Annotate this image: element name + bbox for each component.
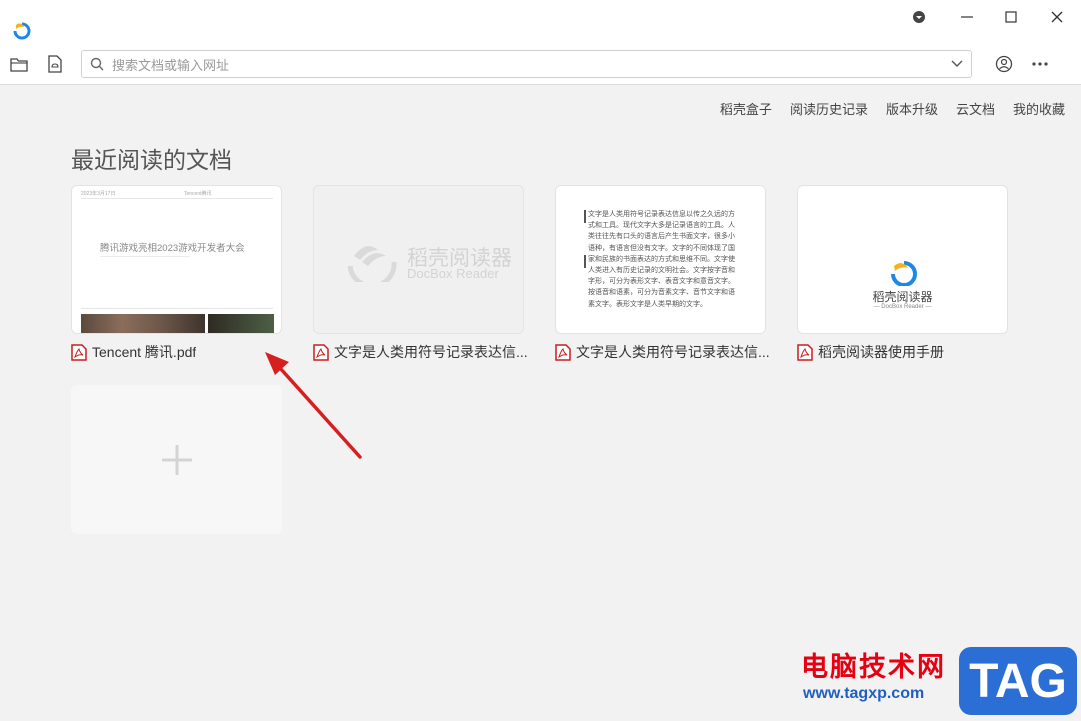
- watermark-tag-logo: TAG: [959, 647, 1077, 715]
- chevron-down-icon[interactable]: [951, 59, 963, 69]
- thumb-header-left: 2023年3月17日: [81, 191, 116, 197]
- thumb-brand-en: — DocBox Reader —: [873, 304, 932, 310]
- thumb-brand-cn: 稻壳阅读器: [872, 290, 933, 304]
- user-icon: [995, 55, 1013, 73]
- pdf-file-icon: [797, 343, 813, 361]
- toolbar: [0, 44, 1081, 85]
- document-name-3[interactable]: 文字是人类用符号记录表达信...: [555, 342, 775, 362]
- link-version-upgrade[interactable]: 版本升级: [886, 99, 938, 118]
- cloud-file-icon: [48, 55, 62, 73]
- thumb-photo-2: [208, 314, 274, 333]
- link-my-favorites[interactable]: 我的收藏: [1013, 99, 1065, 118]
- link-reading-history[interactable]: 阅读历史记录: [790, 99, 868, 118]
- minimize-button[interactable]: [950, 4, 984, 30]
- link-cloud-docs[interactable]: 云文档: [956, 99, 995, 118]
- watermark-url: www.tagxp.com: [803, 685, 925, 702]
- thumb-text-cursor: [584, 210, 586, 223]
- site-watermark: 电脑技术网 www.tagxp.com TAG: [793, 641, 1081, 721]
- docbox-watermark-logo-icon: [347, 246, 397, 282]
- pdf-file-icon: [313, 343, 329, 361]
- user-account-button[interactable]: [992, 52, 1016, 76]
- title-bar: [0, 0, 1081, 44]
- document-card-1[interactable]: 2023年3月17日 Tencent腾讯 腾讯游戏亮相2023游戏开发者大会: [71, 185, 282, 334]
- thumb-title: 腾讯游戏亮相2023游戏开发者大会: [100, 243, 245, 254]
- thumb-divider: [81, 198, 273, 199]
- document-name-1[interactable]: Tencent 腾讯.pdf: [71, 342, 291, 362]
- plus-icon: [161, 444, 192, 475]
- watermark-cn: 电脑技术网: [801, 652, 946, 683]
- pdf-file-icon: [555, 343, 571, 361]
- docbox-logo-icon: [891, 261, 917, 286]
- app-logo-icon: [13, 22, 31, 40]
- document-card-3[interactable]: 文字是人类用符号记录表达信息以传之久远的方式和工具。现代文字大多是记录语言的工具…: [555, 185, 766, 334]
- search-bar[interactable]: [81, 50, 972, 78]
- link-docbox[interactable]: 稻壳盒子: [720, 99, 772, 118]
- close-button[interactable]: [1040, 4, 1074, 30]
- search-icon: [90, 57, 104, 71]
- document-name-4[interactable]: 稻壳阅读器使用手册: [797, 342, 1017, 362]
- folder-icon: [10, 58, 28, 72]
- cloud-document-button[interactable]: [43, 52, 67, 76]
- more-icon: [1032, 62, 1048, 66]
- more-menu-button[interactable]: [1028, 52, 1052, 76]
- thumb-divider-2: [81, 308, 273, 309]
- thumb-subline: [100, 256, 190, 257]
- thumb-photo-1: [81, 314, 205, 333]
- document-card-2[interactable]: 稻壳阅读器 DocBox Reader: [313, 185, 524, 334]
- account-menu-dropdown-icon[interactable]: [902, 4, 936, 30]
- maximize-button[interactable]: [994, 4, 1028, 30]
- add-document-button[interactable]: [71, 385, 282, 534]
- thumb-brand-en: DocBox Reader: [407, 266, 499, 281]
- thumb-header-right: Tencent腾讯: [184, 191, 212, 197]
- search-input[interactable]: [110, 54, 934, 76]
- thumb-body-text: 文字是人类用符号记录表达信息以传之久远的方式和工具。现代文字大多是记录语言的工具…: [588, 210, 735, 308]
- document-card-4[interactable]: 稻壳阅读器 — DocBox Reader —: [797, 185, 1008, 334]
- pdf-file-icon: [71, 343, 87, 361]
- section-title: 最近阅读的文档: [71, 147, 232, 173]
- top-links: 稻壳盒子 阅读历史记录 版本升级 云文档 我的收藏: [720, 99, 1065, 118]
- thumb-text-cursor-2: [584, 255, 586, 268]
- open-folder-button[interactable]: [7, 52, 31, 76]
- document-name-2[interactable]: 文字是人类用符号记录表达信...: [313, 342, 533, 362]
